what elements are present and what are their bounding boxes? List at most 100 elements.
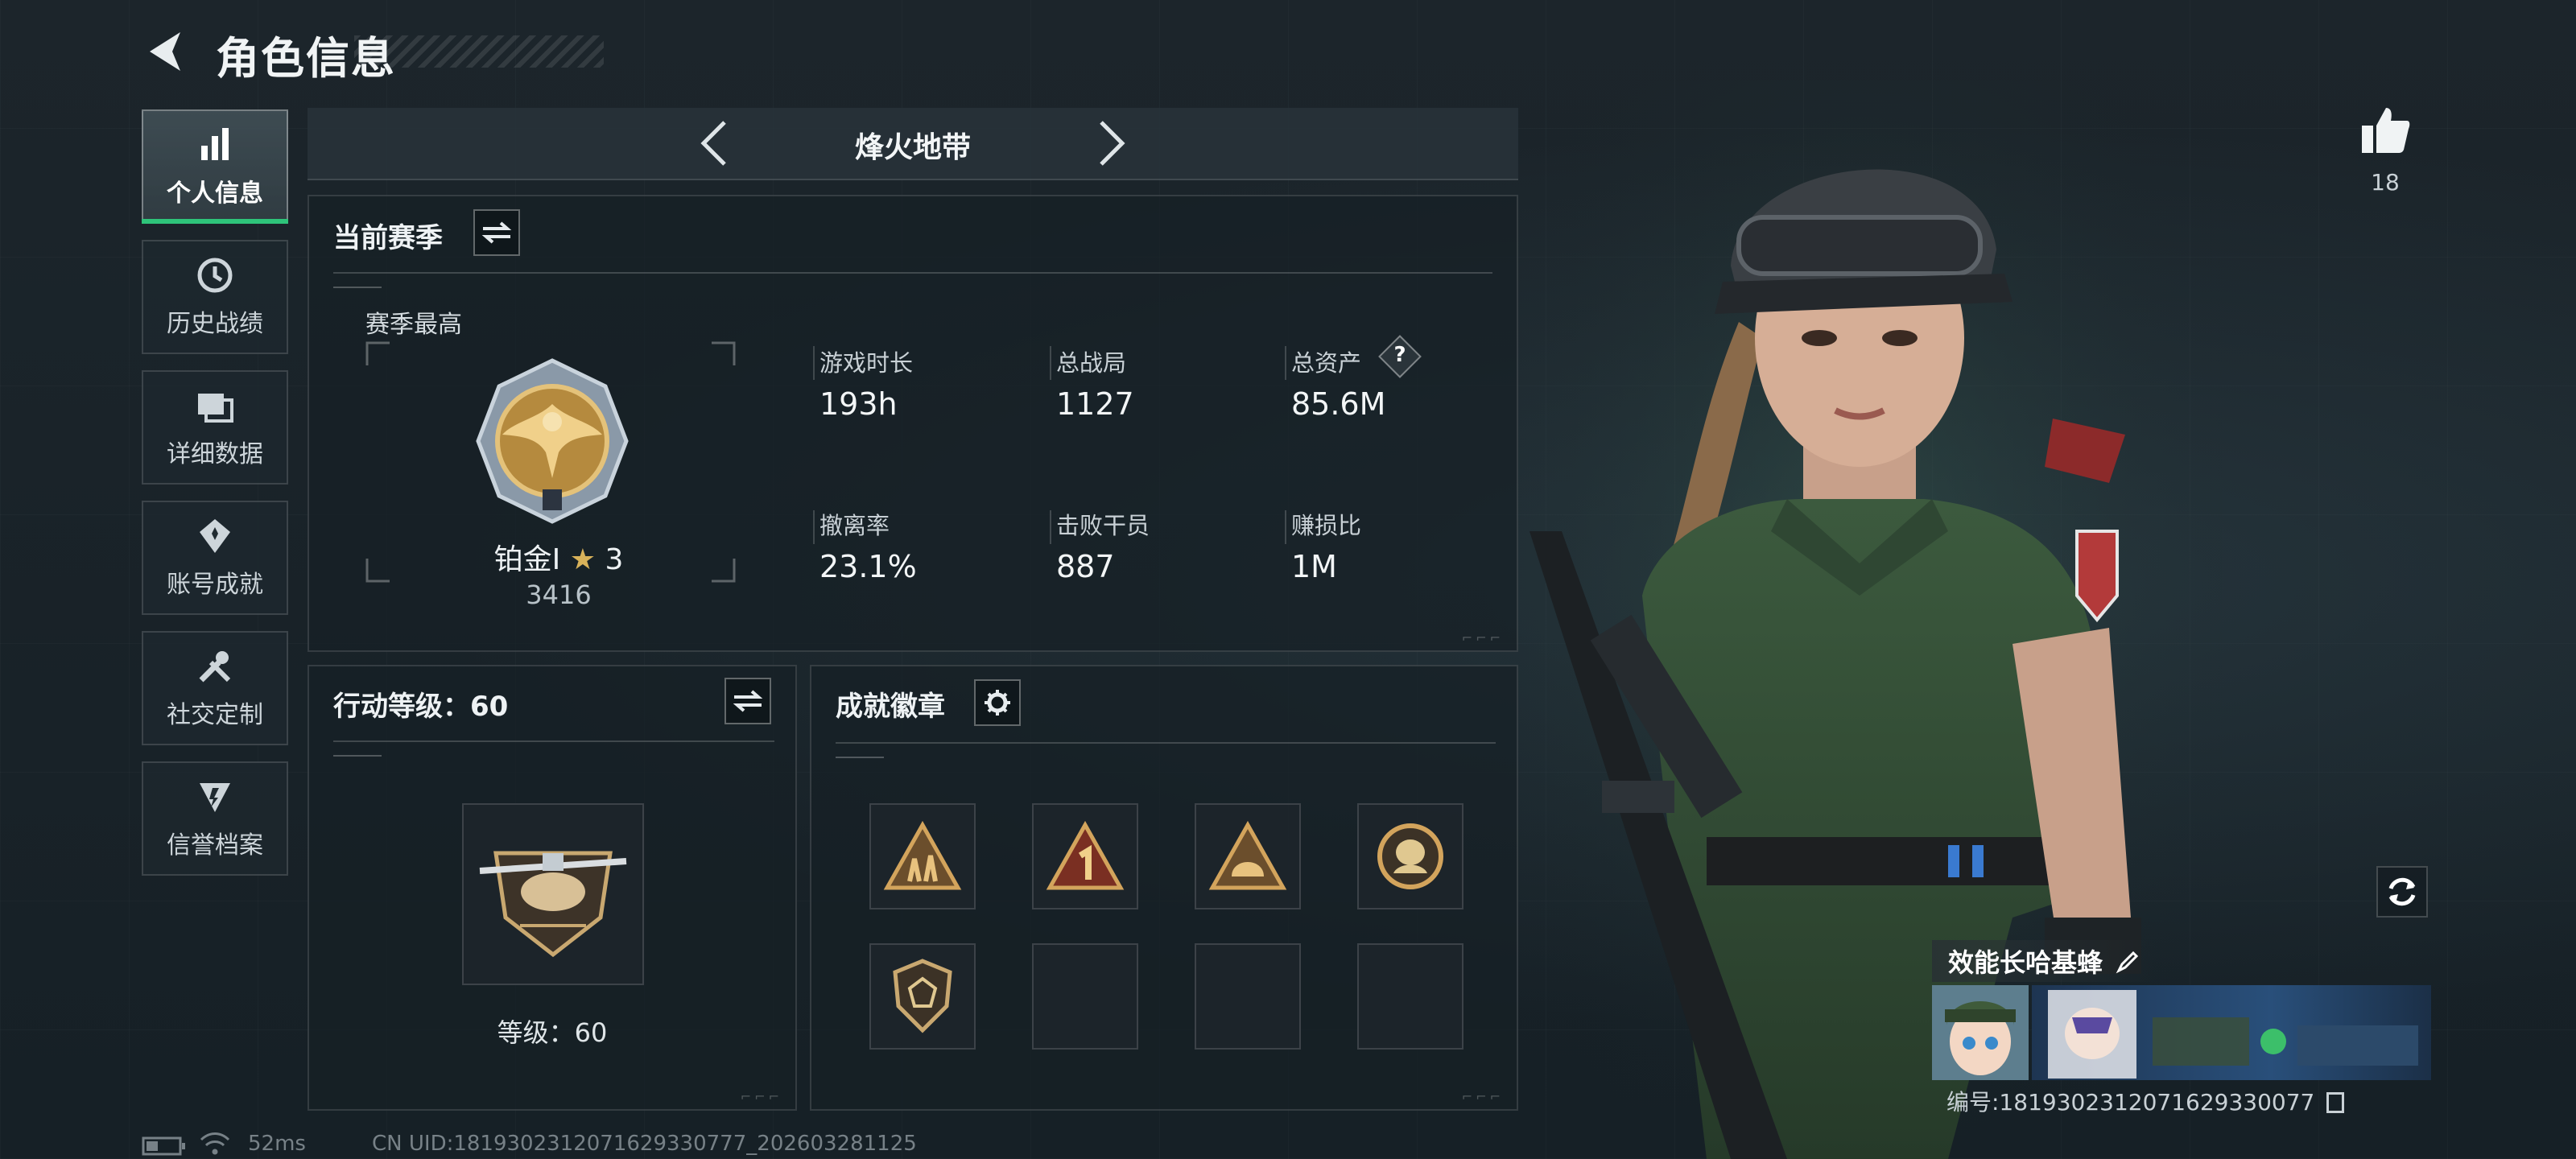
back-arrow-icon[interactable] [142,27,190,76]
divider-accent [836,757,884,758]
stat-value-playtime: 193h [819,386,898,422]
action-level-switch-button[interactable] [724,678,771,724]
tools-icon [199,651,231,683]
player-id-text: 编号:1819302312071629330077 [1946,1089,2315,1116]
ping-text: 52ms [248,1132,306,1156]
badge-slot-empty[interactable] [1195,943,1301,1050]
stat-label-profit-loss: 赚损比 [1291,512,1362,539]
divider-accent [333,287,382,288]
sidebar-item-label: 历史战绩 [167,310,263,338]
avatar-image [1932,985,2029,1080]
stat-value-operators-defeated: 887 [1056,549,1115,584]
profile-banner [2032,985,2431,1080]
like-count: 18 [2371,169,2400,196]
stat-label-total-matches: 总战局 [1056,349,1127,377]
rank-name-row: 铂金Ⅰ ★ 3 [454,536,663,578]
rank-stars: 3 [605,543,624,576]
badge-slot-empty[interactable] [1032,943,1138,1050]
sidebar-item-label: 个人信息 [167,179,263,208]
nickname: 效能长哈基蜂 [1948,947,2103,978]
divider-accent [333,755,382,757]
achievements-panel: 成就徽章 ⌐⌐⌐ [810,665,1518,1111]
banner-image [2048,990,2418,1079]
copy-icon[interactable] [2326,1092,2345,1113]
chevron-right-icon[interactable] [1093,119,1129,167]
mode-switcher: 烽火地带 [308,108,1518,180]
stat-label-operators-defeated: 击败干员 [1056,512,1150,539]
divider [1285,510,1286,544]
nickname-row: 效能长哈基蜂 [1932,940,2158,982]
wifi-icon [200,1132,230,1155]
stat-label-extraction-rate: 撤离率 [819,512,890,539]
battery-icon [142,1136,185,1156]
action-level-text: 等级：60 [497,1017,608,1048]
achievements-title: 成就徽章 [836,691,945,723]
platinum-rank-emblem-icon [476,358,629,524]
help-icon: ? [1393,343,1406,367]
divider [1050,510,1051,544]
helicopter-emblem-icon [479,851,627,958]
player-id: 编号:1819302312071629330077 [1946,1085,2345,1117]
rank-score: 3416 [526,580,592,610]
sidebar-item-history[interactable]: 历史战绩 [142,240,288,354]
shield-badge-icon [893,959,952,1033]
stat-value-profit-loss: 1M [1291,549,1337,584]
gear-icon [985,690,1010,716]
badge-slot[interactable] [869,943,976,1050]
season-title: 当前赛季 [333,222,443,254]
stat-value-total-matches: 1127 [1056,386,1134,422]
corner-decoration: ⌐⌐⌐ [740,1089,782,1104]
avatar[interactable] [1932,985,2029,1080]
action-level-panel: 行动等级：60 等级：60 ⌐⌐⌐ [308,665,797,1111]
corner-decoration: ⌐⌐⌐ [1461,1089,1504,1104]
action-level-title: 行动等级：60 [333,691,509,723]
triangle-soldiers-badge-icon [883,820,962,890]
triangle-number-one-badge-icon [1046,820,1125,890]
divider [1285,346,1286,380]
triangle-helmet-badge-icon [1208,820,1287,890]
rank-name: 铂金Ⅰ [493,543,561,576]
season-switch-button[interactable] [473,209,520,256]
page-title: 角色信息 [216,33,396,84]
stat-label-total-assets: 总资产 [1291,349,1362,377]
swap-icon [481,221,512,244]
thumbs-up-icon[interactable] [2359,103,2412,156]
sidebar-item-label: 账号成就 [167,571,263,599]
divider [813,346,815,380]
divider [333,740,774,742]
badge-slot[interactable] [1195,803,1301,909]
action-level-emblem-frame [462,803,644,985]
edit-pencil-icon[interactable] [2116,948,2141,974]
round-bust-badge-icon [1377,823,1443,889]
achievements-settings-button[interactable] [974,679,1021,726]
sidebar-item-detailed-data[interactable]: 详细数据 [142,370,288,485]
refresh-icon [2388,877,2416,906]
history-icon [197,258,233,293]
sidebar-item-personal-info[interactable]: 个人信息 [142,109,288,224]
sidebar-item-credit-record[interactable]: 信誉档案 [142,761,288,876]
credit-icon [200,783,230,812]
sidebar-item-label: 社交定制 [167,701,263,729]
rotate-button[interactable] [2376,866,2428,918]
sidebar-item-label: 信誉档案 [167,831,263,860]
corner-decoration: ⌐⌐⌐ [1461,630,1504,645]
badge-slot-empty[interactable] [1357,943,1463,1050]
divider [836,742,1496,744]
swap-icon [733,690,763,712]
sidebar-item-label: 详细数据 [167,440,263,468]
sidebar-item-achievements[interactable]: 账号成就 [142,501,288,615]
achievement-icon [200,519,230,553]
stat-value-extraction-rate: 23.1% [819,549,917,584]
divider [333,272,1492,274]
stat-label-playtime: 游戏时长 [819,349,914,377]
badge-slot[interactable] [1032,803,1138,909]
badge-slot[interactable] [1357,803,1463,909]
badge-slot[interactable] [869,803,976,909]
bar-chart-icon [201,128,229,160]
star-icon: ★ [569,543,596,576]
sidebar-item-social-custom[interactable]: 社交定制 [142,631,288,745]
uid-text: CN UID:1819302312071629330777_2026032811… [372,1132,917,1156]
season-best-label: 赛季最高 [365,311,462,339]
divider [1050,346,1051,380]
profile-card: 效能长哈基蜂 [1932,940,2431,1080]
